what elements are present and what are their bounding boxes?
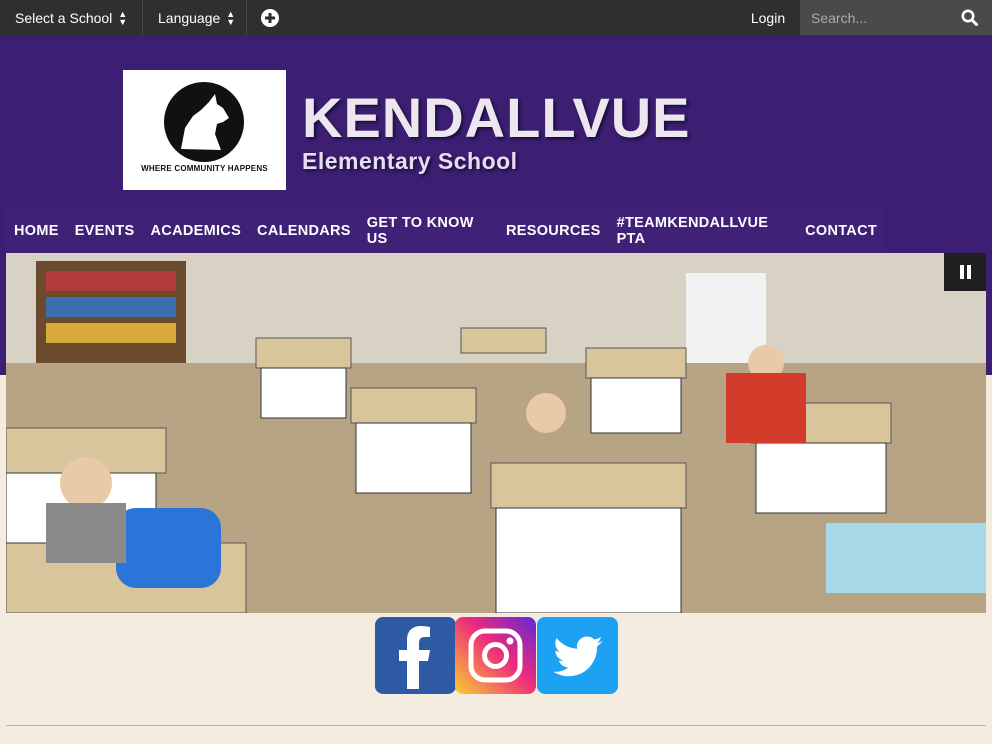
search-icon[interactable]: [961, 9, 978, 26]
school-logo[interactable]: WHERE COMMUNITY HAPPENS: [123, 70, 286, 190]
section-divider: [6, 725, 986, 726]
select-school-dropdown[interactable]: Select a School ▲ ▼: [0, 0, 143, 35]
nav-events[interactable]: EVENTS: [67, 223, 143, 239]
sort-caret-icon: ▲ ▼: [226, 8, 236, 27]
sort-caret-icon: ▲ ▼: [118, 8, 128, 27]
language-dropdown[interactable]: Language ▲ ▼: [143, 0, 247, 35]
pause-slideshow-button[interactable]: [944, 253, 986, 291]
nav-home[interactable]: HOME: [6, 223, 67, 239]
wolf-logo-icon: [164, 82, 244, 162]
main-navigation: HOME EVENTS ACADEMICS CALENDARS GET TO K…: [6, 208, 885, 253]
nav-resources[interactable]: RESOURCES: [498, 223, 609, 239]
plus-circle-icon: [261, 8, 279, 27]
pause-icon-bar: [966, 265, 971, 279]
nav-contact[interactable]: CONTACT: [797, 223, 885, 239]
logo-tagline: WHERE COMMUNITY HAPPENS: [141, 164, 268, 173]
hero-slideshow-image: [6, 253, 986, 613]
twitter-link[interactable]: [537, 617, 618, 694]
nav-team-pta[interactable]: #TEAMKENDALLVUE PTA: [609, 215, 798, 247]
nav-calendars[interactable]: CALENDARS: [249, 223, 359, 239]
facebook-icon: [399, 626, 430, 689]
select-school-label: Select a School: [15, 9, 113, 26]
nav-get-to-know-us[interactable]: GET TO KNOW US: [359, 215, 498, 247]
classroom-photo: [6, 253, 986, 613]
facebook-link[interactable]: [375, 617, 456, 694]
site-subtitle: Elementary School: [302, 148, 518, 174]
site-title[interactable]: KENDALLVUE: [302, 85, 691, 150]
language-label: Language: [158, 9, 221, 26]
instagram-link[interactable]: [455, 617, 536, 694]
add-button[interactable]: [247, 0, 293, 35]
search-input[interactable]: [800, 0, 950, 35]
instagram-icon: [468, 628, 523, 683]
utility-bar: Select a School ▲ ▼ Language ▲ ▼ Login: [0, 0, 992, 35]
login-link[interactable]: Login: [736, 0, 800, 35]
search-box: [800, 0, 992, 35]
pause-icon: [959, 265, 964, 279]
nav-academics[interactable]: ACADEMICS: [143, 223, 250, 239]
twitter-icon: [553, 636, 603, 677]
